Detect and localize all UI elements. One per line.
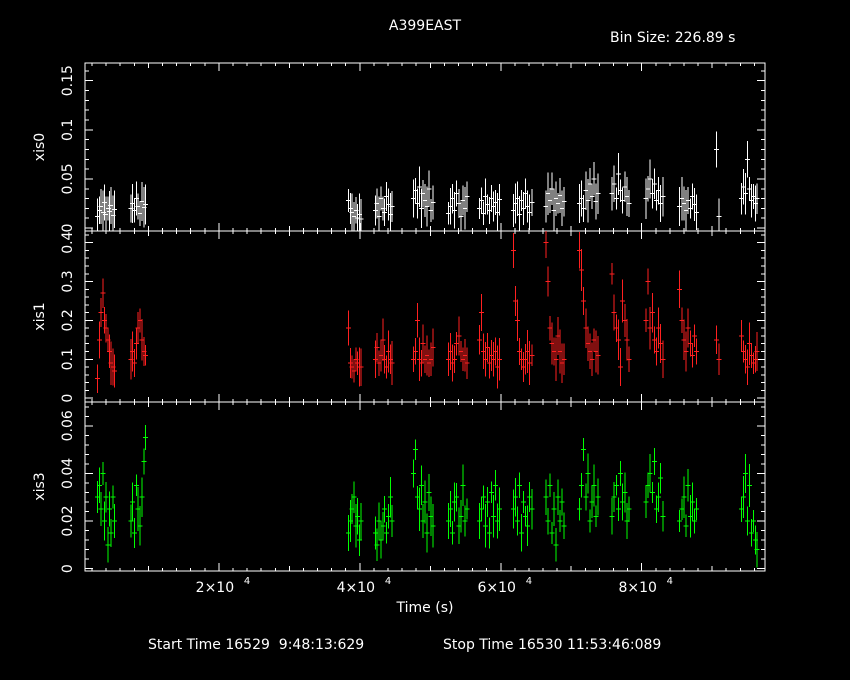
y-axis-label-xis3: xis3	[32, 472, 48, 500]
x-tick-label: 6×10	[478, 580, 516, 596]
x-tick-label: 4×10	[337, 580, 375, 596]
x-tick-label-exponent: 4	[667, 576, 673, 587]
stop-time-label: Stop Time 16530 11:53:46:089	[443, 637, 662, 653]
x-tick-label: 2×10	[196, 580, 234, 596]
y-tick-label-xis0: 0.15	[60, 65, 76, 96]
y-tick-label-xis1: 0.1	[60, 348, 76, 370]
y-axis-label-xis1: xis1	[32, 302, 48, 330]
y-tick-label-xis3: 0	[60, 564, 76, 573]
y-axis-label-xis0: xis0	[32, 133, 48, 161]
bin-size-label: Bin Size: 226.89 s	[610, 30, 736, 46]
x-axis-label: Time (s)	[396, 600, 454, 616]
y-tick-label-xis0: 0.1	[60, 119, 76, 141]
x-tick-label-exponent: 4	[244, 576, 250, 587]
y-tick-label-xis3: 0.04	[60, 458, 76, 489]
y-tick-label-xis0: 0.05	[60, 163, 76, 194]
y-tick-label-xis3: 0.02	[60, 505, 76, 536]
light-curve-chart: 0 0.05 0.1 0.15 xis0 0 0.1 0.2 0.3 0.4 xis1 0 0.02 0.…	[32, 62, 766, 596]
y-tick-label-xis1: 0	[60, 394, 76, 403]
y-tick-label-xis1: 0.3	[60, 270, 76, 292]
y-tick-label-xis0: 0	[60, 224, 76, 233]
x-tick-label-exponent: 4	[526, 576, 532, 587]
y-tick-label-xis3: 0.06	[60, 410, 76, 441]
x-tick-label-exponent: 4	[385, 576, 391, 587]
y-tick-label-xis1: 0.4	[60, 231, 76, 253]
x-tick-label: 8×10	[618, 580, 656, 596]
y-tick-label-xis1: 0.2	[60, 309, 76, 331]
start-time-label: Start Time 16529 9:48:13:629	[148, 637, 365, 653]
